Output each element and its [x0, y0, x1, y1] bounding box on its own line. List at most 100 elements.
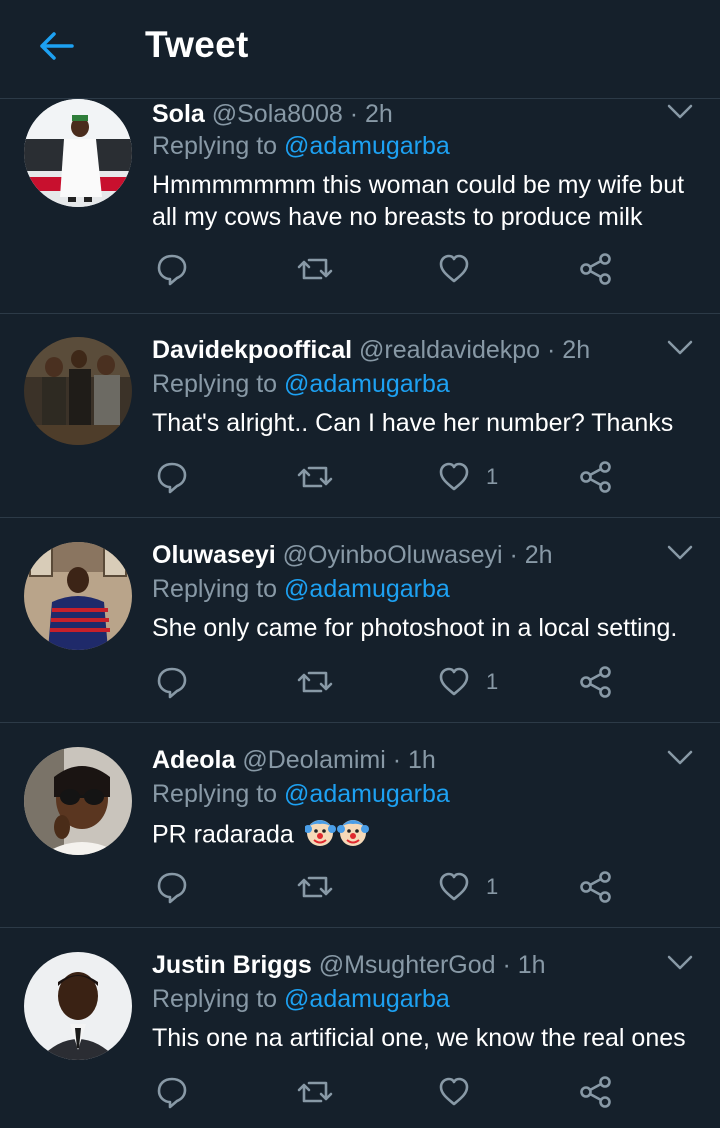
mention-link[interactable]: @adamugarba: [284, 370, 450, 398]
separator-dot: ·: [502, 951, 511, 979]
like-button[interactable]: [438, 249, 486, 289]
heart-icon: [439, 254, 469, 283]
timestamp[interactable]: 1h: [408, 746, 436, 774]
tweet-item[interactable]: Adeola @Deolamimi · 1h Replying to @adam…: [0, 723, 720, 928]
retweet-button[interactable]: [297, 867, 333, 907]
mention-link[interactable]: @adamugarba: [284, 985, 450, 1013]
avatar[interactable]: [24, 952, 132, 1060]
replying-to-line: Replying to @adamugarba: [152, 574, 450, 604]
share-button[interactable]: [579, 867, 613, 907]
replying-to-label: Replying to: [152, 370, 278, 398]
user-handle[interactable]: @Deolamimi: [242, 746, 385, 774]
mention-link[interactable]: @adamugarba: [284, 575, 450, 603]
tweet-text: PR radarada: [152, 820, 294, 849]
chevron-down-icon[interactable]: [666, 339, 694, 357]
tweet-body: PR radarada: [152, 817, 702, 855]
share-button[interactable]: [579, 662, 613, 702]
chevron-down-icon[interactable]: [666, 103, 694, 121]
replying-to-line: Replying to @adamugarba: [152, 984, 450, 1014]
replying-to-label: Replying to: [152, 132, 278, 160]
retweet-icon: [297, 466, 333, 488]
like-button[interactable]: [438, 1072, 486, 1112]
like-count: 1: [486, 669, 499, 694]
retweet-button[interactable]: [297, 457, 333, 497]
like-button[interactable]: 1: [438, 662, 498, 702]
reply-bubble-icon: [157, 667, 187, 699]
timestamp[interactable]: 2h: [562, 336, 590, 364]
separator-dot: ·: [509, 541, 518, 569]
clown-face-emoji: [303, 817, 369, 855]
reply-bubble-icon: [157, 254, 187, 286]
separator-dot: ·: [392, 746, 402, 774]
replying-to-label: Replying to: [152, 780, 278, 808]
heart-icon: [439, 462, 469, 491]
heart-icon: [439, 1077, 469, 1106]
display-name[interactable]: Davidekpooffical: [152, 336, 352, 364]
share-icon: [580, 666, 611, 698]
replying-to-line: Replying to @adamugarba: [152, 369, 450, 399]
share-button[interactable]: [579, 1072, 613, 1112]
tweet-item[interactable]: Davidekpooffical @realdavidekpo · 2h Rep…: [0, 313, 720, 518]
retweet-button[interactable]: [297, 662, 333, 702]
share-icon: [580, 1076, 611, 1108]
share-button[interactable]: [579, 457, 613, 497]
tweet-item[interactable]: Sola @Sola8008 · 2h Replying to @adamuga…: [0, 91, 720, 314]
share-button[interactable]: [579, 249, 613, 289]
reply-bubble-icon: [157, 872, 187, 904]
reply-button[interactable]: [155, 662, 189, 702]
reply-button[interactable]: [155, 1072, 189, 1112]
display-name[interactable]: Oluwaseyi: [152, 541, 276, 569]
retweet-button[interactable]: [297, 249, 333, 289]
replying-to-line: Replying to @adamugarba: [152, 131, 450, 161]
timestamp[interactable]: 1h: [518, 951, 546, 979]
separator-dot: ·: [547, 336, 556, 364]
avatar[interactable]: [24, 337, 132, 445]
user-handle[interactable]: @MsughterGod: [319, 951, 496, 979]
avatar[interactable]: [24, 99, 132, 207]
tweet-item[interactable]: Oluwaseyi @OyinboOluwaseyi · 2h Replying…: [0, 518, 720, 723]
like-count: 1: [486, 464, 499, 489]
reply-button[interactable]: [155, 457, 189, 497]
back-button[interactable]: [30, 20, 82, 72]
tweet-header: Oluwaseyi @OyinboOluwaseyi · 2h: [152, 540, 553, 570]
tweet-text: That's alright.. Can I have her number? …: [152, 409, 674, 437]
tweet-header: Davidekpooffical @realdavidekpo · 2h: [152, 335, 590, 365]
action-bar: [152, 249, 672, 289]
avatar[interactable]: [24, 542, 132, 650]
arrow-left-icon: [40, 32, 74, 60]
like-button[interactable]: 1: [438, 457, 498, 497]
timestamp[interactable]: 2h: [525, 541, 553, 569]
replying-to-label: Replying to: [152, 985, 278, 1013]
action-bar: 1: [152, 867, 672, 907]
display-name[interactable]: Sola: [152, 100, 205, 128]
chevron-down-icon[interactable]: [666, 749, 694, 767]
timestamp[interactable]: 2h: [365, 100, 393, 128]
action-bar: 1: [152, 662, 672, 702]
tweet-item[interactable]: Justin Briggs @MsughterGod · 1h Replying…: [0, 928, 720, 1128]
user-handle[interactable]: @Sola8008: [212, 100, 343, 128]
page-title: Tweet: [145, 24, 249, 65]
share-icon: [580, 461, 611, 493]
like-button[interactable]: 1: [438, 867, 498, 907]
chevron-down-icon[interactable]: [666, 544, 694, 562]
avatar[interactable]: [24, 747, 132, 855]
mention-link[interactable]: @adamugarba: [284, 780, 450, 808]
mention-link[interactable]: @adamugarba: [284, 132, 450, 160]
chevron-down-icon[interactable]: [666, 954, 694, 972]
retweet-button[interactable]: [297, 1072, 333, 1112]
tweet-header: Justin Briggs @MsughterGod · 1h: [152, 950, 546, 980]
reply-button[interactable]: [155, 249, 189, 289]
retweet-icon: [297, 671, 333, 693]
user-handle[interactable]: @realdavidekpo: [359, 336, 540, 364]
reply-bubble-icon: [157, 462, 187, 494]
separator-dot: ·: [349, 100, 359, 128]
display-name[interactable]: Adeola: [152, 746, 235, 774]
retweet-icon: [297, 1081, 333, 1103]
reply-button[interactable]: [155, 867, 189, 907]
display-name[interactable]: Justin Briggs: [152, 951, 312, 979]
share-icon: [580, 253, 611, 285]
tweet-text: She only came for photoshoot in a local …: [152, 614, 678, 642]
tweet-header: Sola @Sola8008 · 2h: [152, 99, 393, 129]
retweet-icon: [297, 258, 333, 280]
user-handle[interactable]: @OyinboOluwaseyi: [283, 541, 503, 569]
